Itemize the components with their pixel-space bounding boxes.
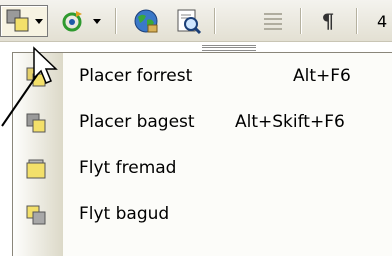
rotate-free-icon xyxy=(62,11,82,32)
toolbar-separator xyxy=(356,8,358,34)
chevron-down-icon xyxy=(35,18,43,24)
menu-item-send-to-back[interactable]: Placer bagest Alt+Skift+F6 xyxy=(13,101,392,145)
justify-lines-icon xyxy=(264,13,282,30)
globe-button[interactable] xyxy=(128,5,164,37)
bring-to-front-icon xyxy=(26,67,46,87)
menu-item-label: Placer bagest xyxy=(79,112,195,132)
menu-item-label: Flyt bagud xyxy=(79,204,170,224)
arrange-menu: Placer forrest Alt+F6 Placer bagest Alt+… xyxy=(12,52,392,256)
toolbar-separator xyxy=(214,8,216,34)
justify-lines-button[interactable] xyxy=(258,5,288,37)
menu-item-shortcut: Alt+F6 xyxy=(293,66,351,86)
arrange-dropdown-button[interactable] xyxy=(0,5,48,37)
toolbar-separator xyxy=(300,8,302,34)
bring-forward-icon xyxy=(26,159,46,179)
font-size-field[interactable]: 4 xyxy=(377,12,387,31)
menu-tear-off-handle[interactable] xyxy=(202,45,256,51)
document-zoom-icon xyxy=(177,9,202,35)
menu-item-bring-to-front[interactable]: Placer forrest Alt+F6 xyxy=(13,55,392,99)
toolbar-separator xyxy=(115,8,117,34)
menu-item-label: Placer forrest xyxy=(79,66,193,86)
menu-item-send-backward[interactable]: Flyt bagud xyxy=(13,193,392,237)
send-to-back-icon xyxy=(26,113,46,133)
rotate-dropdown-button[interactable] xyxy=(55,5,105,37)
chevron-down-icon xyxy=(93,18,101,24)
document-zoom-button[interactable] xyxy=(170,5,206,37)
arrange-objects-icon xyxy=(6,9,29,32)
globe-insert-icon xyxy=(134,9,158,33)
paragraph-mark-icon: ¶ xyxy=(321,9,335,33)
send-backward-icon xyxy=(26,205,46,225)
menu-item-bring-forward[interactable]: Flyt fremad xyxy=(13,147,392,191)
show-formatting-button[interactable]: ¶ xyxy=(312,5,344,37)
menu-item-shortcut: Alt+Skift+F6 xyxy=(235,112,345,132)
menu-item-label: Flyt fremad xyxy=(79,158,177,178)
toolbar: ¶ 4 xyxy=(0,0,392,42)
